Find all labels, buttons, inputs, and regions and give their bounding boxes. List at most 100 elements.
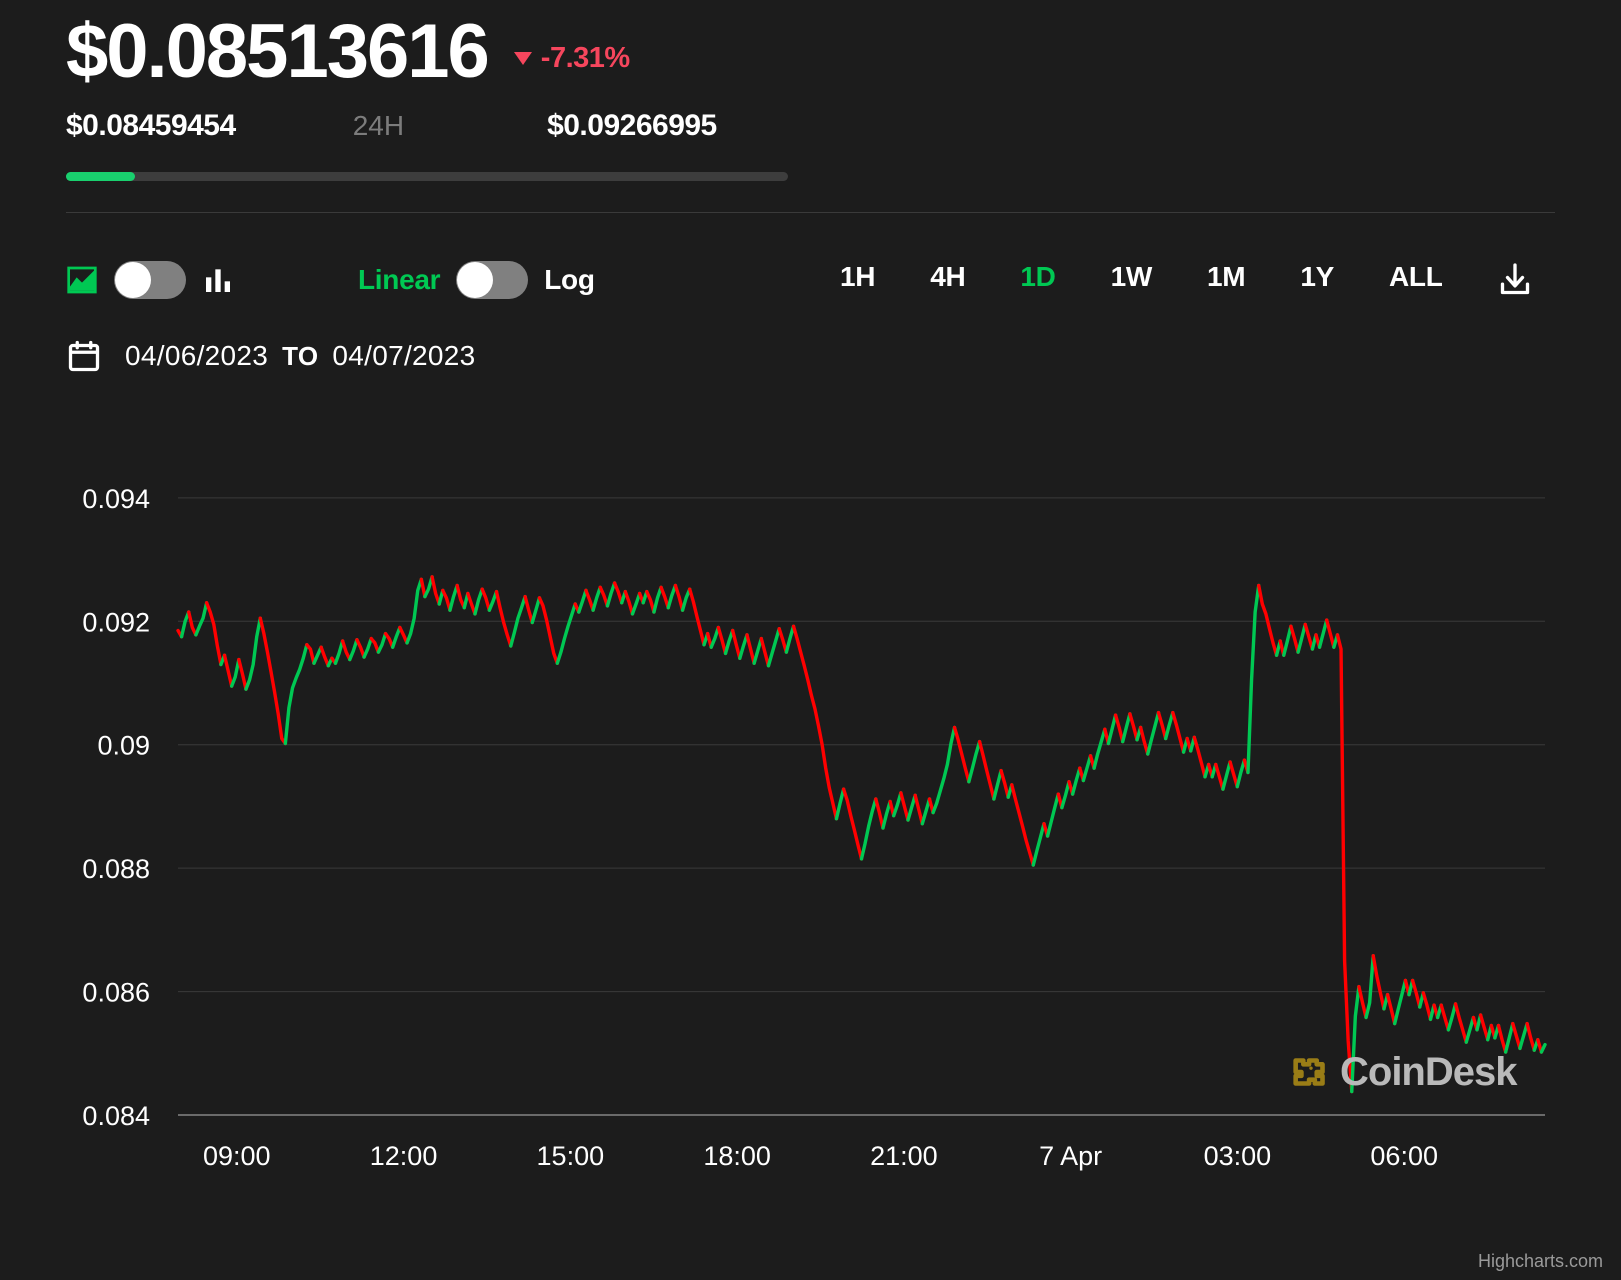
price-line-up-segment [1048,794,1059,836]
price-header: $0.08513616 -7.31% [0,0,1621,95]
chart-type-toggle[interactable] [114,261,186,299]
price-line-down-segment [443,591,450,611]
x-axis-tick-label: 03:00 [1204,1141,1272,1171]
range-button-1m[interactable]: 1M [1207,261,1245,293]
bar-chart-icon[interactable] [202,264,234,296]
download-icon[interactable] [1495,260,1535,300]
price-line-down-segment [1291,627,1298,653]
current-price: $0.08513616 [66,8,488,95]
price-line-up-segment [450,586,457,611]
price-line-down-segment [1423,993,1430,1020]
price-line-down-segment [1498,1026,1505,1053]
price-line-up-segment [711,628,718,648]
price-line-down-segment [901,793,908,820]
price-line-up-segment [1466,1018,1473,1043]
range-low-value: $0.08459454 [66,109,236,143]
x-axis-tick-label: 06:00 [1370,1141,1438,1171]
price-line-down-segment [661,588,668,608]
range-button-4h[interactable]: 4H [930,261,965,293]
date-range-row[interactable]: 04/06/2023 TO 04/07/2023 [66,333,1621,379]
day-range-row: $0.08459454 24H $0.09266995 [0,95,1621,143]
scale-toggle[interactable] [456,261,528,299]
log-label[interactable]: Log [544,264,594,296]
price-line-down-segment [321,648,328,667]
price-line-up-segment [786,627,793,653]
range-button-1w[interactable]: 1W [1111,261,1152,293]
price-line-up-segment [246,619,260,690]
price-line-up-segment [922,799,929,824]
price-line-up-segment [1320,620,1327,647]
price-line-down-segment [207,603,221,665]
price-line-up-segment [532,598,539,623]
price-line-up-segment [768,629,779,666]
price-line-down-segment [225,656,232,687]
y-axis-tick-label: 0.086 [82,978,150,1008]
range-button-1d[interactable]: 1D [1020,261,1055,293]
price-line-down-segment [1116,715,1123,742]
linear-label[interactable]: Linear [358,264,440,296]
highcharts-credit[interactable]: Highcharts.com [1478,1251,1603,1272]
price-line-down-segment [371,639,378,653]
range-button-1y[interactable]: 1Y [1300,261,1334,293]
price-line-up-segment [1033,824,1044,865]
price-line-down-segment [1141,728,1148,755]
x-axis-tick-label: 09:00 [203,1141,271,1171]
calendar-icon[interactable] [66,338,102,374]
header-divider [66,212,1555,213]
change-percent: -7.31% [541,42,630,75]
price-line-up-segment [1123,714,1130,742]
x-axis-tick-label: 15:00 [537,1141,605,1171]
price-line-up-segment [836,790,843,820]
price-line-down-segment [733,631,740,659]
price-line-down-segment [468,594,475,614]
price-line-down-segment [586,591,593,611]
price-line-down-segment [1012,785,1033,865]
range-button-all[interactable]: ALL [1389,261,1443,293]
price-line-up-segment [335,641,342,663]
x-axis-tick-label: 12:00 [370,1141,438,1171]
price-line-down-segment [1337,635,1351,1092]
price-line-down-segment [876,799,883,828]
y-axis-tick-label: 0.088 [82,855,150,885]
price-line-up-segment [196,603,207,635]
y-axis-tick-label: 0.092 [82,608,150,638]
price-line-up-segment [1237,761,1244,788]
chart-controls: Linear Log 1H 4H 1D 1W 1M 1Y ALL [0,247,1621,333]
price-line-up-segment [1108,715,1115,743]
price-line-up-segment [285,645,306,744]
price-line-up-segment [883,802,890,829]
range-period-label: 24H [353,110,404,142]
y-axis-tick-label: 0.084 [82,1101,150,1131]
area-chart-icon[interactable] [66,264,98,296]
price-line-down-segment [1327,620,1334,647]
price-line-down-segment [457,586,464,608]
range-button-1h[interactable]: 1H [840,261,875,293]
price-change: -7.31% [514,42,630,75]
price-line-up-segment [364,639,371,658]
chart-canvas[interactable]: 0.0840.0860.0880.090.0920.09409:0012:001… [0,435,1621,1205]
range-high-value: $0.09266995 [547,109,717,143]
price-line-down-segment [718,628,725,654]
range-progress-bar [66,172,788,181]
price-line-up-segment [933,728,954,813]
price-line-down-segment [1259,586,1277,656]
price-line-up-segment [994,771,1001,799]
price-line-up-segment [407,580,421,644]
price-line-up-segment [1166,713,1173,739]
price-line-up-segment [894,793,901,816]
price-line-up-segment [1506,1024,1513,1052]
price-line-up-segment [668,586,675,608]
price-line-down-segment [1159,713,1166,739]
price-line-down-segment [747,635,754,663]
price-line-down-segment [794,627,837,820]
date-to[interactable]: 04/07/2023 [332,340,475,372]
price-line-down-segment [482,590,489,611]
price-line-up-segment [232,660,239,687]
caret-down-icon [514,52,532,65]
download-button[interactable] [1495,260,1535,300]
date-from[interactable]: 04/06/2023 [125,340,268,372]
range-progress-fill [66,172,135,181]
price-line-up-segment [607,583,614,606]
price-line-up-segment [969,742,980,782]
price-line-down-segment [690,590,704,646]
